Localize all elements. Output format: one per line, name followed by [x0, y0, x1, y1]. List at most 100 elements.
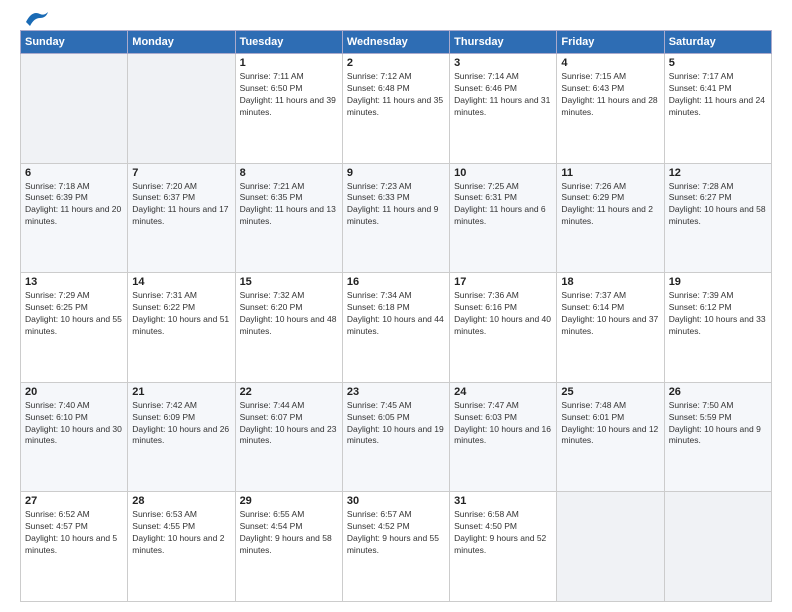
- cell-info: Sunrise: 6:52 AM Sunset: 4:57 PM Dayligh…: [25, 509, 123, 557]
- daylight-text: Daylight: 11 hours and 9 minutes.: [347, 204, 439, 226]
- calendar-cell: 28 Sunrise: 6:53 AM Sunset: 4:55 PM Dayl…: [128, 492, 235, 602]
- calendar-cell: 15 Sunrise: 7:32 AM Sunset: 6:20 PM Dayl…: [235, 273, 342, 383]
- logo: [20, 16, 50, 22]
- daylight-text: Daylight: 10 hours and 51 minutes.: [132, 314, 229, 336]
- day-number: 8: [240, 167, 338, 179]
- sunrise-text: Sunrise: 7:42 AM: [132, 400, 197, 410]
- sunset-text: Sunset: 6:20 PM: [240, 302, 303, 312]
- calendar-cell: 10 Sunrise: 7:25 AM Sunset: 6:31 PM Dayl…: [450, 163, 557, 273]
- weekday-header-saturday: Saturday: [664, 31, 771, 54]
- sunset-text: Sunset: 6:43 PM: [561, 83, 624, 93]
- calendar-cell: 5 Sunrise: 7:17 AM Sunset: 6:41 PM Dayli…: [664, 54, 771, 164]
- page: SundayMondayTuesdayWednesdayThursdayFrid…: [0, 0, 792, 612]
- daylight-text: Daylight: 11 hours and 13 minutes.: [240, 204, 336, 226]
- calendar-cell: 30 Sunrise: 6:57 AM Sunset: 4:52 PM Dayl…: [342, 492, 449, 602]
- day-number: 13: [25, 276, 123, 288]
- day-number: 19: [669, 276, 767, 288]
- daylight-text: Daylight: 11 hours and 17 minutes.: [132, 204, 228, 226]
- cell-info: Sunrise: 7:29 AM Sunset: 6:25 PM Dayligh…: [25, 290, 123, 338]
- cell-info: Sunrise: 7:17 AM Sunset: 6:41 PM Dayligh…: [669, 71, 767, 119]
- daylight-text: Daylight: 11 hours and 35 minutes.: [347, 95, 443, 117]
- cell-info: Sunrise: 7:36 AM Sunset: 6:16 PM Dayligh…: [454, 290, 552, 338]
- sunrise-text: Sunrise: 7:12 AM: [347, 71, 412, 81]
- day-number: 20: [25, 386, 123, 398]
- cell-info: Sunrise: 7:28 AM Sunset: 6:27 PM Dayligh…: [669, 181, 767, 229]
- weekday-header-tuesday: Tuesday: [235, 31, 342, 54]
- cell-info: Sunrise: 6:58 AM Sunset: 4:50 PM Dayligh…: [454, 509, 552, 557]
- cell-info: Sunrise: 7:11 AM Sunset: 6:50 PM Dayligh…: [240, 71, 338, 119]
- sunrise-text: Sunrise: 7:14 AM: [454, 71, 519, 81]
- daylight-text: Daylight: 10 hours and 23 minutes.: [240, 424, 337, 446]
- day-number: 29: [240, 495, 338, 507]
- sunrise-text: Sunrise: 7:40 AM: [25, 400, 90, 410]
- sunset-text: Sunset: 6:29 PM: [561, 192, 624, 202]
- sunrise-text: Sunrise: 7:36 AM: [454, 290, 519, 300]
- daylight-text: Daylight: 10 hours and 19 minutes.: [347, 424, 444, 446]
- daylight-text: Daylight: 10 hours and 26 minutes.: [132, 424, 229, 446]
- calendar-cell: 17 Sunrise: 7:36 AM Sunset: 6:16 PM Dayl…: [450, 273, 557, 383]
- sunset-text: Sunset: 4:50 PM: [454, 521, 517, 531]
- sunrise-text: Sunrise: 7:18 AM: [25, 181, 90, 191]
- cell-info: Sunrise: 6:53 AM Sunset: 4:55 PM Dayligh…: [132, 509, 230, 557]
- sunset-text: Sunset: 6:41 PM: [669, 83, 732, 93]
- day-number: 30: [347, 495, 445, 507]
- sunrise-text: Sunrise: 7:34 AM: [347, 290, 412, 300]
- calendar-week-row: 1 Sunrise: 7:11 AM Sunset: 6:50 PM Dayli…: [21, 54, 772, 164]
- sunset-text: Sunset: 6:03 PM: [454, 412, 517, 422]
- cell-info: Sunrise: 7:34 AM Sunset: 6:18 PM Dayligh…: [347, 290, 445, 338]
- cell-info: Sunrise: 7:39 AM Sunset: 6:12 PM Dayligh…: [669, 290, 767, 338]
- calendar-week-row: 6 Sunrise: 7:18 AM Sunset: 6:39 PM Dayli…: [21, 163, 772, 273]
- cell-info: Sunrise: 7:18 AM Sunset: 6:39 PM Dayligh…: [25, 181, 123, 229]
- day-number: 15: [240, 276, 338, 288]
- sunrise-text: Sunrise: 7:31 AM: [132, 290, 197, 300]
- day-number: 6: [25, 167, 123, 179]
- sunrise-text: Sunrise: 7:11 AM: [240, 71, 304, 81]
- sunset-text: Sunset: 4:52 PM: [347, 521, 410, 531]
- sunrise-text: Sunrise: 7:28 AM: [669, 181, 734, 191]
- calendar-cell: 20 Sunrise: 7:40 AM Sunset: 6:10 PM Dayl…: [21, 382, 128, 492]
- calendar-cell: 27 Sunrise: 6:52 AM Sunset: 4:57 PM Dayl…: [21, 492, 128, 602]
- sunset-text: Sunset: 6:48 PM: [347, 83, 410, 93]
- calendar-week-row: 13 Sunrise: 7:29 AM Sunset: 6:25 PM Dayl…: [21, 273, 772, 383]
- day-number: 27: [25, 495, 123, 507]
- sunrise-text: Sunrise: 6:57 AM: [347, 509, 412, 519]
- day-number: 3: [454, 57, 552, 69]
- weekday-header-friday: Friday: [557, 31, 664, 54]
- sunset-text: Sunset: 6:14 PM: [561, 302, 624, 312]
- day-number: 14: [132, 276, 230, 288]
- sunset-text: Sunset: 4:55 PM: [132, 521, 195, 531]
- cell-info: Sunrise: 7:14 AM Sunset: 6:46 PM Dayligh…: [454, 71, 552, 119]
- cell-info: Sunrise: 7:48 AM Sunset: 6:01 PM Dayligh…: [561, 400, 659, 448]
- daylight-text: Daylight: 9 hours and 55 minutes.: [347, 533, 439, 555]
- weekday-header-monday: Monday: [128, 31, 235, 54]
- calendar-cell: 2 Sunrise: 7:12 AM Sunset: 6:48 PM Dayli…: [342, 54, 449, 164]
- weekday-header-sunday: Sunday: [21, 31, 128, 54]
- day-number: 10: [454, 167, 552, 179]
- day-number: 1: [240, 57, 338, 69]
- sunrise-text: Sunrise: 7:23 AM: [347, 181, 412, 191]
- day-number: 23: [347, 386, 445, 398]
- calendar-cell: 11 Sunrise: 7:26 AM Sunset: 6:29 PM Dayl…: [557, 163, 664, 273]
- weekday-header-row: SundayMondayTuesdayWednesdayThursdayFrid…: [21, 31, 772, 54]
- cell-info: Sunrise: 7:26 AM Sunset: 6:29 PM Dayligh…: [561, 181, 659, 229]
- calendar-cell: 22 Sunrise: 7:44 AM Sunset: 6:07 PM Dayl…: [235, 382, 342, 492]
- daylight-text: Daylight: 10 hours and 58 minutes.: [669, 204, 766, 226]
- sunrise-text: Sunrise: 7:17 AM: [669, 71, 734, 81]
- sunrise-text: Sunrise: 7:25 AM: [454, 181, 519, 191]
- cell-info: Sunrise: 7:50 AM Sunset: 5:59 PM Dayligh…: [669, 400, 767, 448]
- calendar-cell: 19 Sunrise: 7:39 AM Sunset: 6:12 PM Dayl…: [664, 273, 771, 383]
- calendar-cell: 4 Sunrise: 7:15 AM Sunset: 6:43 PM Dayli…: [557, 54, 664, 164]
- day-number: 12: [669, 167, 767, 179]
- sunset-text: Sunset: 6:10 PM: [25, 412, 88, 422]
- day-number: 7: [132, 167, 230, 179]
- sunrise-text: Sunrise: 7:29 AM: [25, 290, 90, 300]
- sunrise-text: Sunrise: 6:58 AM: [454, 509, 519, 519]
- cell-info: Sunrise: 7:21 AM Sunset: 6:35 PM Dayligh…: [240, 181, 338, 229]
- sunset-text: Sunset: 6:12 PM: [669, 302, 732, 312]
- calendar-cell: 13 Sunrise: 7:29 AM Sunset: 6:25 PM Dayl…: [21, 273, 128, 383]
- cell-info: Sunrise: 6:57 AM Sunset: 4:52 PM Dayligh…: [347, 509, 445, 557]
- cell-info: Sunrise: 7:31 AM Sunset: 6:22 PM Dayligh…: [132, 290, 230, 338]
- calendar-cell: 3 Sunrise: 7:14 AM Sunset: 6:46 PM Dayli…: [450, 54, 557, 164]
- logo-bird-icon: [22, 8, 50, 30]
- day-number: 26: [669, 386, 767, 398]
